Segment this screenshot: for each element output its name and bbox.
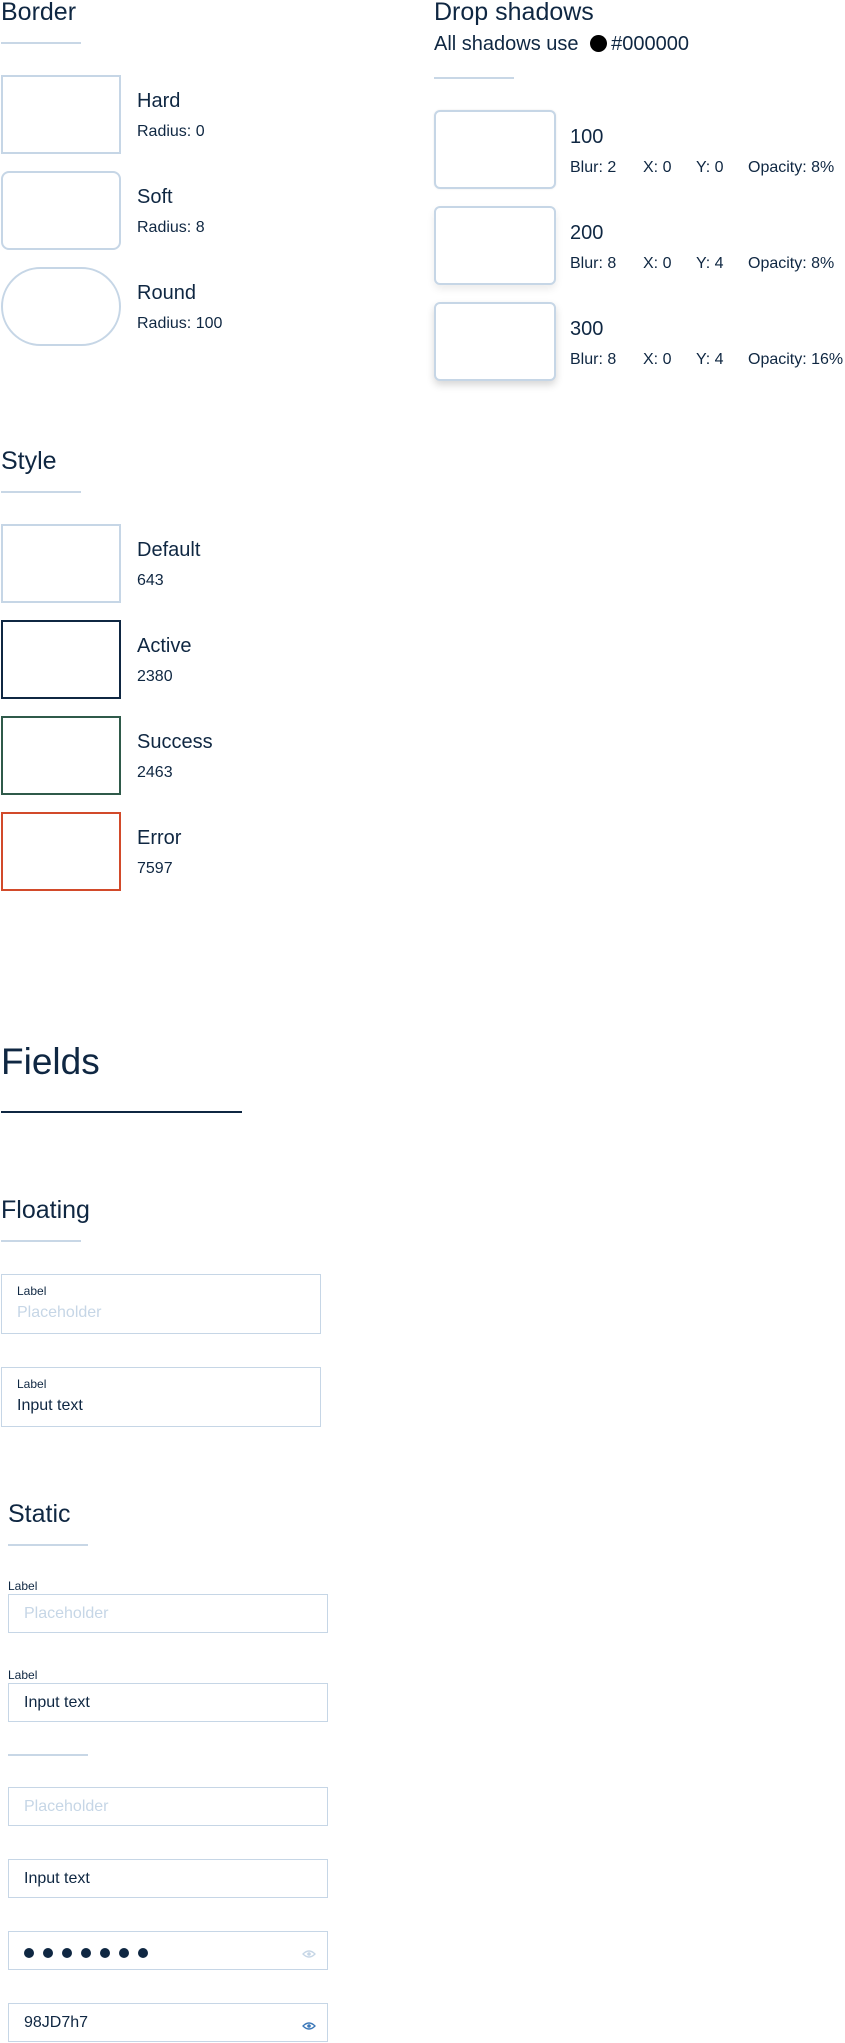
- shadow-200-opacity: Opacity: 8%: [748, 255, 835, 272]
- shadow-100-x: X: 0: [643, 159, 672, 176]
- fields-page-title: Fields: [1, 1041, 100, 1082]
- fields-divider: [1, 1111, 242, 1113]
- style-error-swatch: [1, 812, 121, 891]
- style-default-label: Default: [137, 539, 201, 561]
- border-round-label: Round: [137, 282, 196, 304]
- border-divider: [1, 42, 81, 44]
- password-input-shown[interactable]: 98JD7h7: [8, 2003, 328, 2042]
- static-input-empty[interactable]: Placeholder: [8, 1594, 328, 1633]
- border-round-swatch: [1, 267, 121, 346]
- style-section-title: Style: [1, 447, 57, 475]
- password-input-hidden[interactable]: [8, 1931, 328, 1970]
- static-section-title: Static: [8, 1500, 71, 1528]
- floating-input-label: Label: [17, 1284, 47, 1298]
- style-success-label: Success: [137, 731, 213, 753]
- border-hard-swatch: [1, 75, 121, 154]
- static-input-filled[interactable]: Input text: [8, 1683, 328, 1722]
- border-soft-radius: Radius: 8: [137, 219, 205, 236]
- style-divider: [1, 491, 81, 493]
- shadow-300-y: Y: 4: [696, 351, 724, 368]
- input-nolabel-placeholder: Placeholder: [24, 1798, 109, 1815]
- password-dot: [119, 1947, 129, 1958]
- password-dot: [24, 1947, 34, 1958]
- shadow-300-blur: Blur: 8: [570, 351, 617, 368]
- shadow-300-opacity: Opacity: 16%: [748, 351, 844, 368]
- shadows-section-title: Drop shadows: [434, 0, 594, 26]
- floating-divider: [1, 1240, 81, 1242]
- shadow-200-blur: Blur: 8: [570, 255, 617, 272]
- shadow-color-code: #000000: [611, 33, 689, 55]
- border-round-radius: Radius: 100: [137, 315, 223, 332]
- shadow-100-swatch: [434, 110, 556, 189]
- floating-section-title: Floating: [1, 1196, 90, 1224]
- static-divider: [8, 1544, 88, 1546]
- shadow-300-swatch: [434, 302, 556, 381]
- style-default-swatch: [1, 524, 121, 603]
- color-dot-icon: [590, 35, 608, 52]
- style-active-code: 2380: [137, 668, 173, 685]
- floating-input-label: Label: [17, 1377, 47, 1391]
- password-dot: [62, 1947, 72, 1958]
- style-active-label: Active: [137, 635, 192, 657]
- shadow-200-x: X: 0: [643, 255, 672, 272]
- floating-input-empty[interactable]: Label Placeholder: [1, 1274, 321, 1334]
- shadow-300-label: 300: [570, 318, 604, 340]
- input-nolabel-filled[interactable]: Input text: [8, 1859, 328, 1898]
- password-dot: [100, 1947, 110, 1958]
- shadow-100-blur: Blur: 2: [570, 159, 617, 176]
- shadow-100-opacity: Opacity: 8%: [748, 159, 835, 176]
- floating-input-value: Input text: [17, 1397, 83, 1414]
- border-soft-swatch: [1, 171, 121, 250]
- style-error-code: 7597: [137, 860, 173, 877]
- floating-input-filled[interactable]: Label Input text: [1, 1367, 321, 1427]
- password-dot: [138, 1947, 148, 1958]
- style-active-swatch: [1, 620, 121, 699]
- style-error-label: Error: [137, 827, 182, 849]
- static-nolabel-divider: [8, 1754, 88, 1756]
- eye-icon[interactable]: [302, 2018, 316, 2030]
- border-section-title: Border: [1, 0, 77, 26]
- shadow-200-label: 200: [570, 222, 604, 244]
- static-input-value: Input text: [24, 1694, 90, 1711]
- style-success-code: 2463: [137, 764, 173, 781]
- password-mask: [24, 1945, 157, 1961]
- input-nolabel-value: Input text: [24, 1870, 90, 1887]
- shadow-200-y: Y: 4: [696, 255, 724, 272]
- static-input-label: Label: [8, 1668, 38, 1682]
- shadow-100-label: 100: [570, 126, 604, 148]
- shadows-subtitle-text: All shadows use: [434, 33, 579, 55]
- password-dot: [43, 1947, 53, 1958]
- style-default-code: 643: [137, 572, 164, 589]
- eye-hidden-icon[interactable]: [302, 1946, 316, 1958]
- border-hard-label: Hard: [137, 90, 181, 112]
- static-input-placeholder: Placeholder: [24, 1605, 109, 1622]
- border-soft-label: Soft: [137, 186, 173, 208]
- password-dot: [81, 1947, 91, 1958]
- shadow-100-y: Y: 0: [696, 159, 724, 176]
- floating-input-placeholder: Placeholder: [17, 1304, 102, 1321]
- shadows-divider: [434, 77, 514, 79]
- style-success-swatch: [1, 716, 121, 795]
- input-nolabel-empty[interactable]: Placeholder: [8, 1787, 328, 1826]
- shadow-200-swatch: [434, 206, 556, 285]
- border-hard-radius: Radius: 0: [137, 123, 205, 140]
- shadows-subtitle: All shadows use #000000: [434, 34, 689, 54]
- password-visible-value: 98JD7h7: [24, 2014, 89, 2031]
- static-input-label: Label: [8, 1579, 38, 1593]
- shadow-300-x: X: 0: [643, 351, 672, 368]
